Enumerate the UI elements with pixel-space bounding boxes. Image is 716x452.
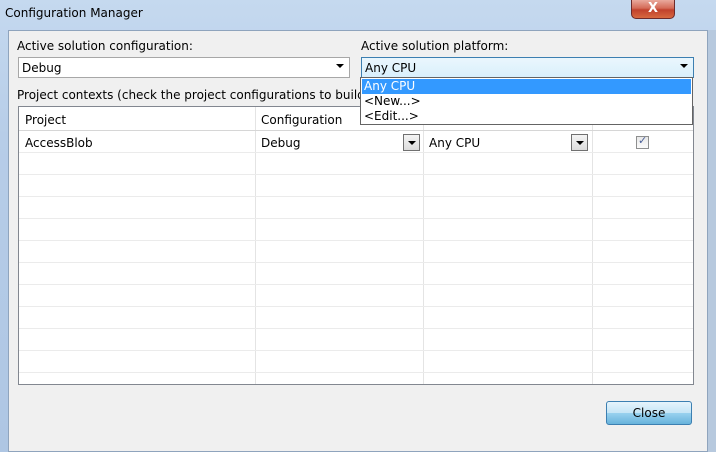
row-divider — [19, 350, 693, 351]
background-strip — [708, 30, 716, 452]
header-divider — [19, 130, 693, 131]
row-platform-value: Any CPU — [429, 136, 481, 150]
window-close-button[interactable]: X — [631, 0, 675, 19]
platform-option-new[interactable]: <New...> — [362, 94, 691, 109]
row-divider — [19, 240, 693, 241]
row-configuration-combo[interactable]: Debug — [256, 133, 423, 152]
row-platform-dropdown-button[interactable] — [571, 134, 588, 151]
close-button[interactable]: Close — [606, 401, 692, 425]
platform-option-edit[interactable]: <Edit...> — [362, 109, 691, 124]
row-divider — [19, 152, 693, 153]
row-configuration-value: Debug — [261, 136, 301, 150]
row-configuration-dropdown-button[interactable] — [403, 134, 420, 151]
config-label: Active solution configuration: — [17, 39, 193, 53]
checkmark-icon: ✓ — [638, 134, 648, 147]
window-frame: Configuration Manager X Active solution … — [0, 0, 716, 452]
row-divider — [19, 306, 693, 307]
chevron-down-icon — [408, 141, 416, 145]
build-checkbox[interactable]: ✓ — [636, 134, 649, 149]
platform-option-any-cpu[interactable]: Any CPU — [362, 79, 691, 94]
platform-value: Any CPU — [365, 61, 417, 75]
row-divider — [19, 262, 693, 263]
row-divider — [19, 174, 693, 175]
column-header-configuration: Configuration — [261, 113, 343, 127]
window-title: Configuration Manager — [5, 6, 143, 20]
row-divider — [19, 218, 693, 219]
platform-dropdown-list: Any CPU <New...> <Edit...> — [360, 77, 693, 125]
project-contexts-grid: Project Configuration AccessBlob Debug A… — [18, 106, 694, 385]
row-divider — [19, 284, 693, 285]
contexts-label: Project contexts (check the project conf… — [17, 88, 408, 102]
config-combo[interactable]: Debug — [18, 57, 350, 78]
chevron-down-icon — [576, 141, 584, 145]
row-divider — [19, 196, 693, 197]
row-divider — [19, 372, 693, 373]
row-platform-combo[interactable]: Any CPU — [424, 133, 592, 152]
platform-label: Active solution platform: — [361, 39, 509, 53]
chevron-down-icon — [336, 64, 344, 68]
chevron-down-icon — [680, 64, 688, 68]
column-divider — [592, 107, 593, 384]
config-value: Debug — [22, 61, 62, 75]
platform-combo[interactable]: Any CPU — [361, 57, 694, 78]
close-icon: X — [648, 1, 659, 16]
column-header-project: Project — [25, 113, 67, 127]
project-name-cell: AccessBlob — [25, 136, 93, 150]
row-divider — [19, 328, 693, 329]
title-bar: Configuration Manager X — [0, 0, 716, 30]
